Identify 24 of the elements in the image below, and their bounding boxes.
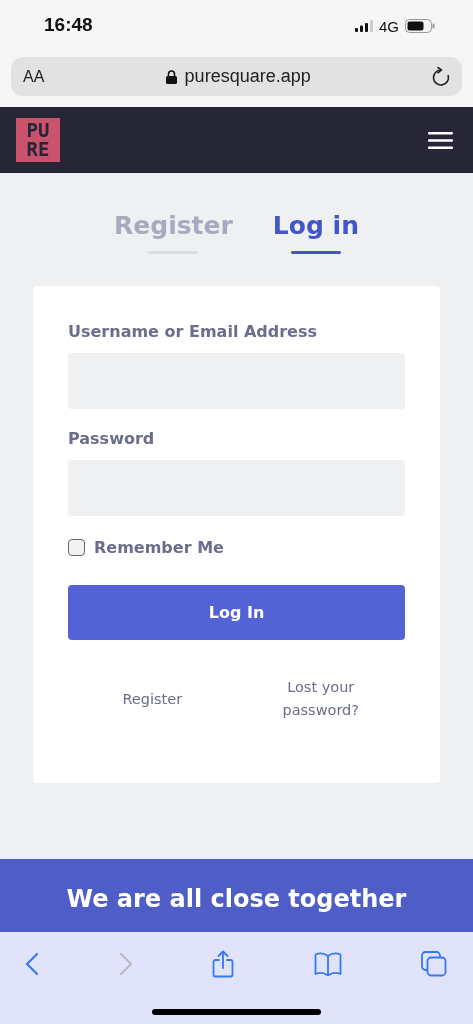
book-icon[interactable] [313, 952, 342, 976]
remember-checkbox[interactable] [68, 539, 85, 556]
form-tab[interactable]: Log in [272, 209, 359, 254]
site-logo[interactable]: PU RE [16, 118, 60, 162]
share-icon[interactable] [212, 950, 234, 978]
form-link[interactable]: Lost your password? [236, 676, 405, 722]
address-bar[interactable]: AA puresquare.app [11, 57, 462, 96]
menu-icon[interactable] [428, 131, 453, 149]
back-icon[interactable] [25, 952, 39, 976]
form-link[interactable]: Register [68, 687, 237, 711]
tabs-icon[interactable] [421, 951, 447, 977]
battery-icon [405, 19, 435, 33]
reload-icon[interactable] [432, 66, 450, 87]
login-button[interactable]: Log In [68, 585, 405, 640]
lock-icon [165, 69, 177, 84]
remember-label: Remember Me [94, 538, 224, 557]
text-size-button[interactable]: AA [23, 67, 45, 86]
field-label: Username or Email Address [68, 322, 318, 341]
footer-heading: We are all close together [66, 885, 407, 915]
signal-icon [355, 20, 373, 32]
field-label: Password [68, 429, 156, 448]
status-time: 16:48 [44, 14, 93, 36]
url-text: puresquare.app [184, 66, 311, 87]
network-type: 4G [379, 17, 399, 35]
